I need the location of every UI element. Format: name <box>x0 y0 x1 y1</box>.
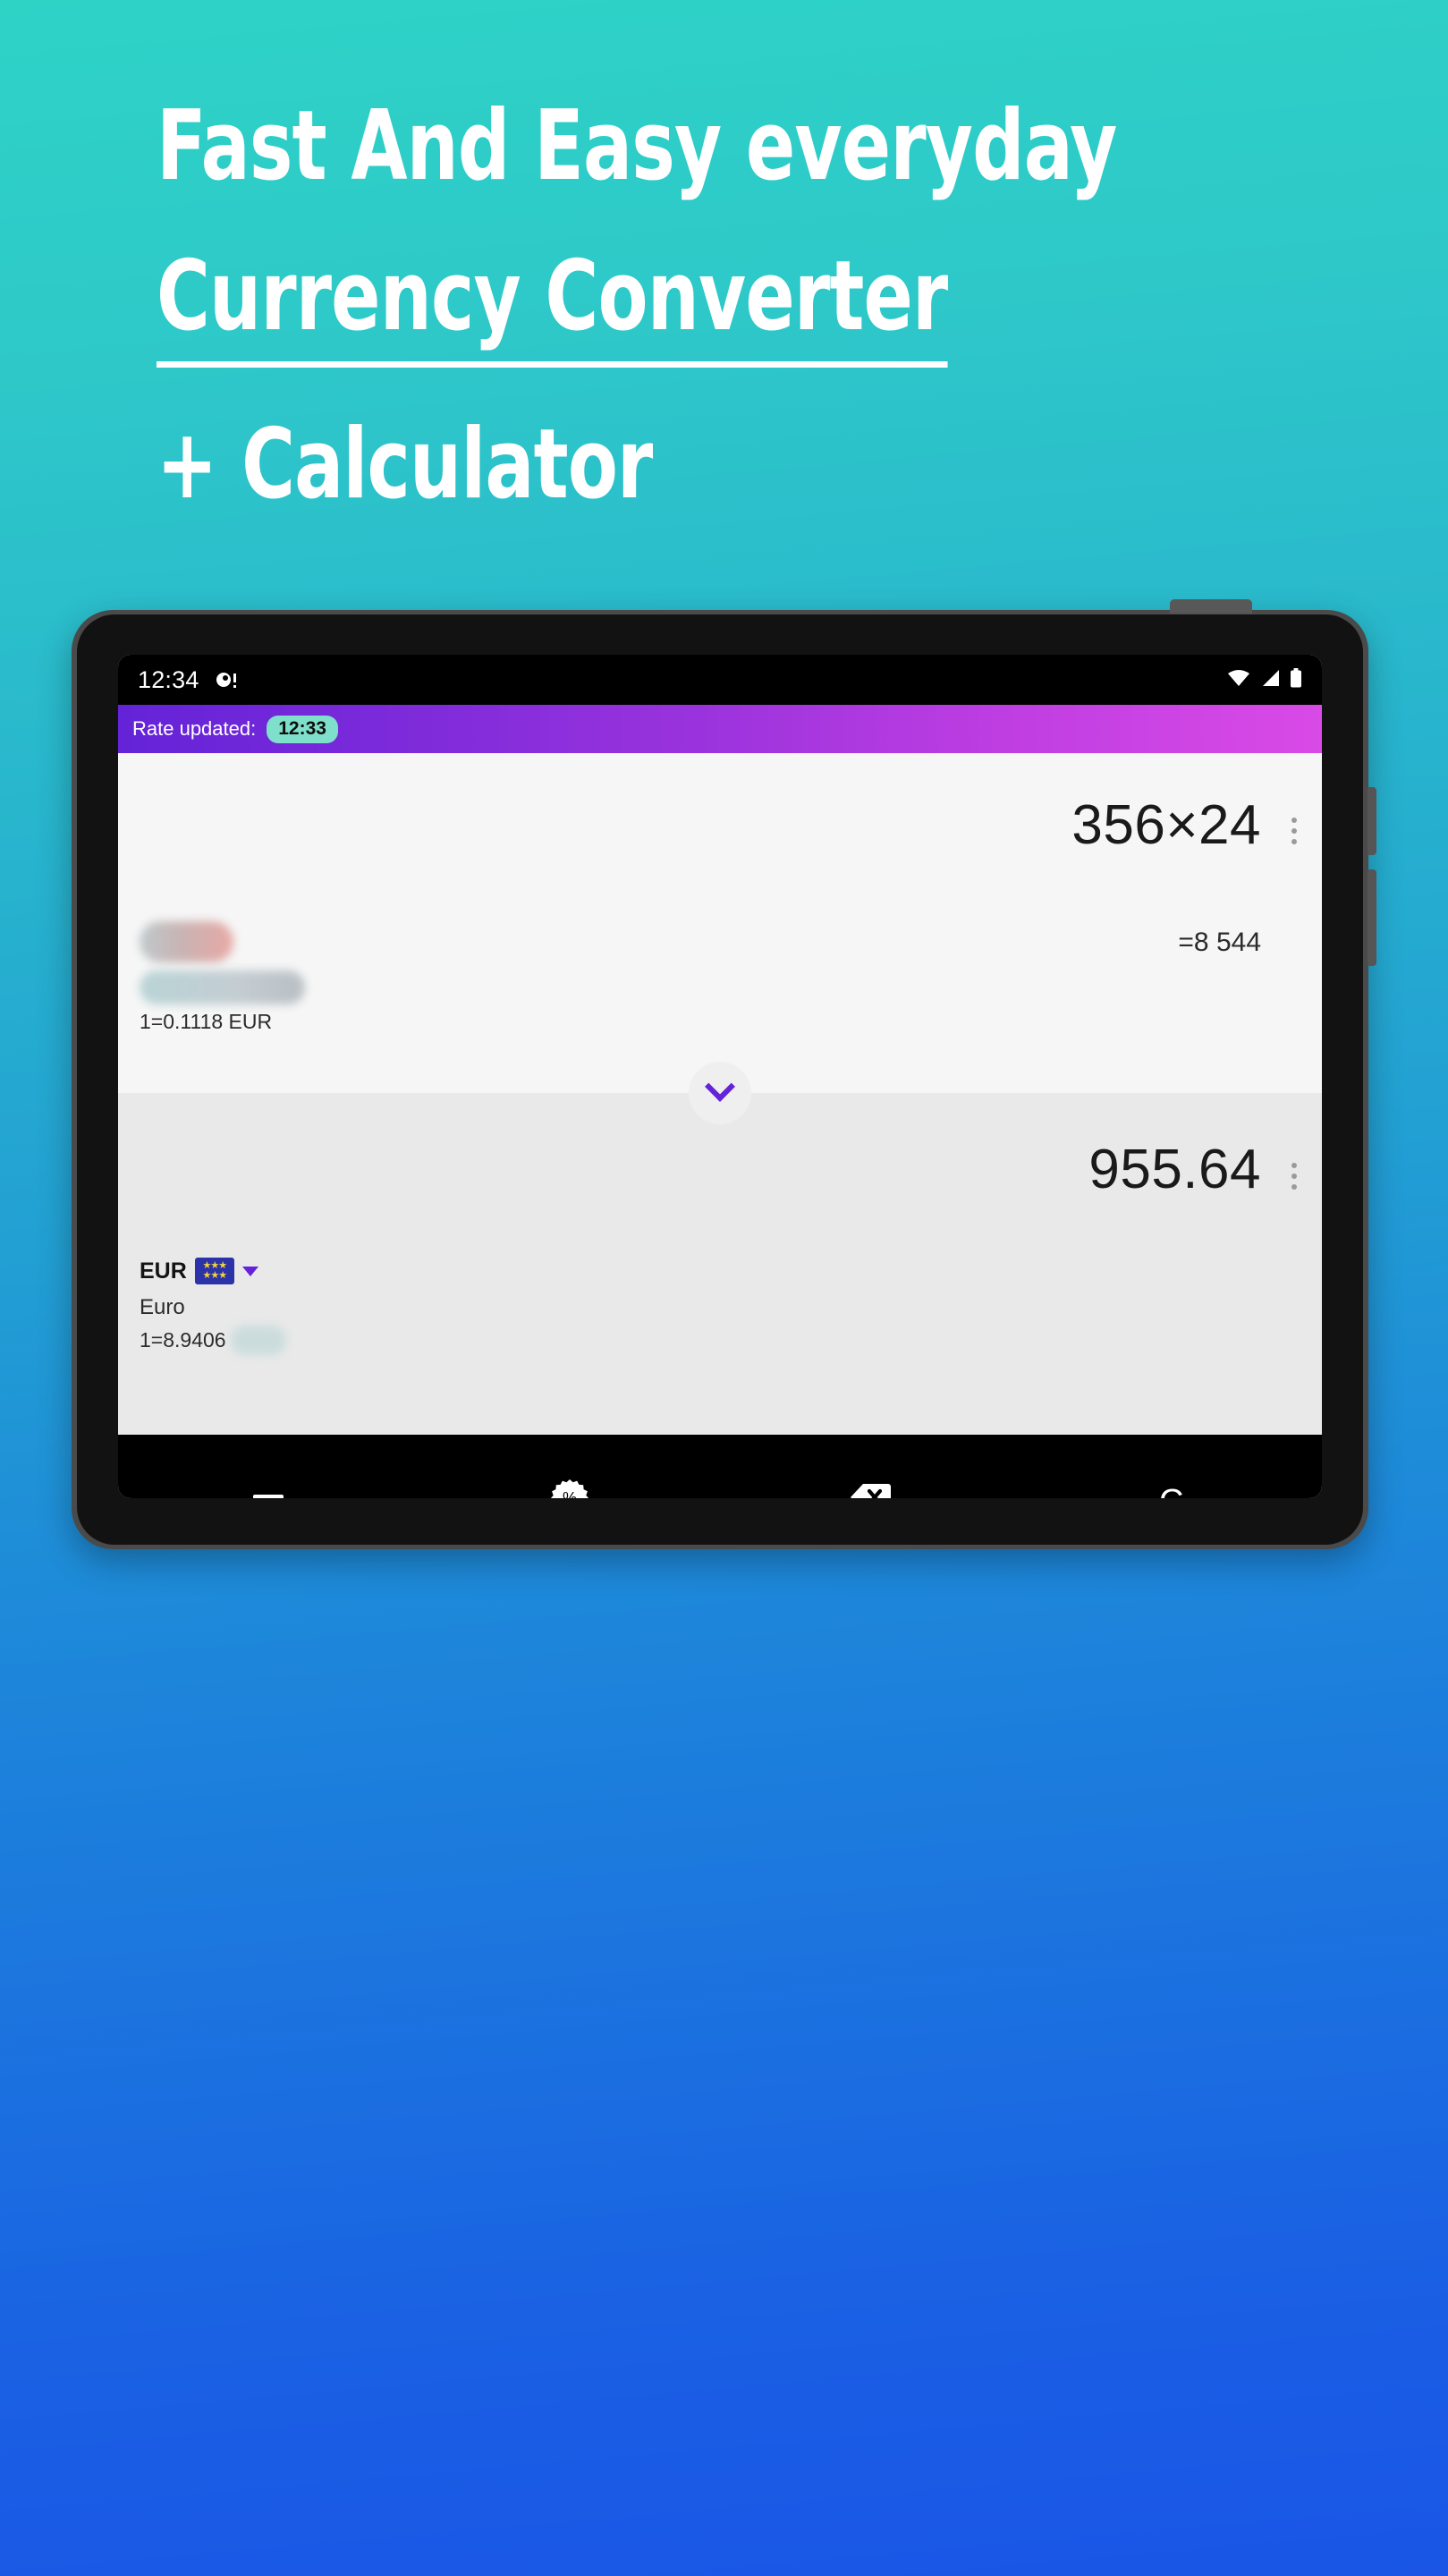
eu-flag-icon: ★★★ ★★★ <box>194 1258 234 1284</box>
battery-icon <box>1290 667 1302 692</box>
target-rate-redacted <box>230 1326 286 1355</box>
app-screen: 12:34 Rate updated: 12:33 1=0.1118 EUR 3… <box>118 655 1322 1498</box>
target-rate-text: 1=8.9406 <box>140 1328 226 1352</box>
hero-line-3: + Calculator <box>157 409 653 521</box>
source-expression[interactable]: 356×24 <box>1071 793 1261 857</box>
target-currency-name: Euro <box>140 1295 185 1319</box>
rate-updated-time-badge: 12:33 <box>267 715 338 743</box>
svg-text:%: % <box>563 1489 577 1498</box>
volume-down-button[interactable] <box>1368 869 1376 966</box>
target-amount[interactable]: 955.64 <box>1088 1138 1261 1201</box>
clear-button[interactable]: C <box>1021 1435 1323 1499</box>
target-rate-line: 1=8.9406 <box>140 1326 286 1355</box>
equals-button[interactable] <box>118 1435 419 1498</box>
rate-updated-bar[interactable]: Rate updated: 12:33 <box>118 705 1322 753</box>
target-currency-panel[interactable]: EUR ★★★ ★★★ Euro 1=8.9406 955.64 <box>118 1093 1322 1435</box>
function-row: % C <box>118 1435 1322 1498</box>
percent-button[interactable]: % <box>419 1435 721 1498</box>
chevron-down-icon <box>705 1071 735 1102</box>
status-bar-time: 12:34 <box>138 665 199 693</box>
status-bar: 12:34 <box>118 655 1322 705</box>
swap-expand-button[interactable] <box>689 1062 751 1124</box>
backspace-button[interactable] <box>720 1435 1021 1498</box>
target-currency-block[interactable]: EUR ★★★ ★★★ Euro 1=8.9406 <box>140 1254 286 1355</box>
hero-line-1: Fast And Easy everyday <box>157 90 1117 202</box>
hero-line-2: Currency Converter <box>157 249 948 368</box>
source-currency-code-redacted <box>140 921 233 962</box>
volume-up-button[interactable] <box>1368 787 1376 855</box>
tablet-device-mockup: 12:34 Rate updated: 12:33 1=0.1118 EUR 3… <box>72 599 1376 1549</box>
percent-badge-icon: % <box>550 1478 589 1498</box>
notification-dot-icon <box>215 670 238 690</box>
source-result: =8 544 <box>1178 928 1261 957</box>
rate-updated-label: Rate updated: <box>132 717 257 740</box>
wifi-icon <box>1227 669 1250 691</box>
source-rate-line: 1=0.1118 EUR <box>140 1010 273 1033</box>
source-currency-panel[interactable]: 1=0.1118 EUR 356×24 =8 544 <box>118 753 1322 1124</box>
cell-signal-icon <box>1260 669 1280 691</box>
tablet-frame: 12:34 Rate updated: 12:33 1=0.1118 EUR 3… <box>72 599 1376 1549</box>
source-kebab-menu-icon[interactable] <box>1291 818 1297 844</box>
source-currency-name-redacted <box>140 970 305 1004</box>
backspace-icon <box>850 1482 892 1498</box>
power-button[interactable] <box>1170 599 1252 614</box>
target-kebab-menu-icon[interactable] <box>1291 1163 1297 1190</box>
caret-down-icon[interactable] <box>241 1266 258 1276</box>
equals-icon <box>253 1494 284 1498</box>
target-currency-code: EUR <box>140 1258 187 1284</box>
hero-headline: Fast And Easy everyday Currency Converte… <box>157 98 1274 513</box>
source-currency-block[interactable]: 1=0.1118 EUR <box>140 921 305 1034</box>
